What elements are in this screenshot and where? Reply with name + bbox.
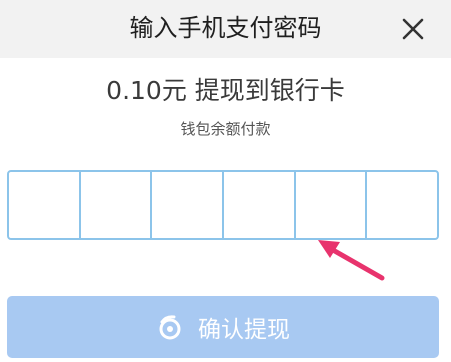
pin-digit-4[interactable] bbox=[224, 172, 296, 238]
pin-digit-3[interactable] bbox=[152, 172, 225, 238]
wallet-logo-icon bbox=[156, 313, 184, 341]
dialog-title: 输入手机支付密码 bbox=[129, 14, 322, 42]
confirm-withdraw-button[interactable]: 确认提现 bbox=[7, 296, 439, 358]
transfer-action: 提现到银行卡 bbox=[194, 76, 345, 105]
pin-digit-6[interactable] bbox=[367, 172, 437, 238]
confirm-label: 确认提现 bbox=[198, 317, 290, 343]
close-button[interactable] bbox=[394, 10, 432, 48]
pin-digit-2[interactable] bbox=[81, 172, 153, 238]
pin-input[interactable] bbox=[7, 170, 439, 240]
payment-source: 钱包余额付款 bbox=[180, 120, 271, 138]
amount-value: 0.10元 bbox=[106, 76, 187, 105]
close-icon bbox=[402, 18, 424, 40]
amount-summary: 0.10元 提现到银行卡 bbox=[0, 74, 451, 108]
pin-digit-5[interactable] bbox=[296, 172, 368, 238]
pin-digit-1[interactable] bbox=[9, 172, 81, 238]
annotation-arrow-icon bbox=[318, 240, 385, 281]
dialog-header: 输入手机支付密码 bbox=[0, 0, 451, 58]
